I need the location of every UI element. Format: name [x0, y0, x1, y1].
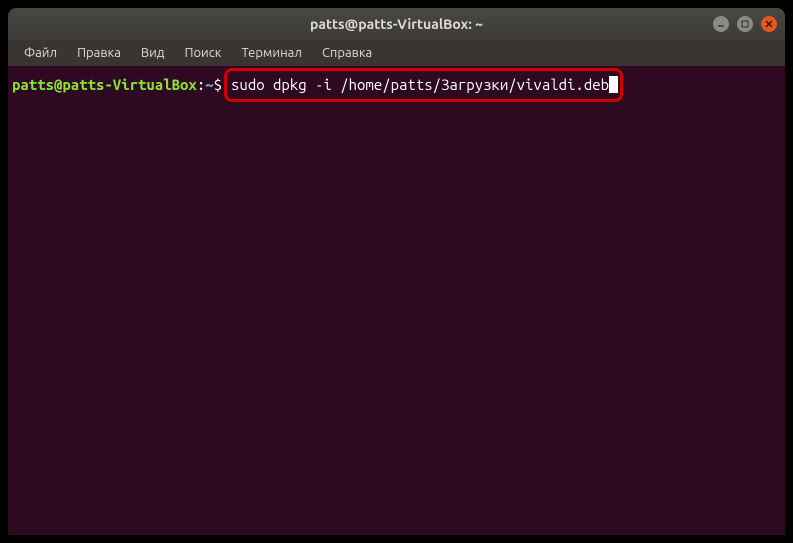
minimize-button[interactable]	[713, 16, 729, 32]
close-icon	[765, 20, 773, 28]
prompt-colon: :	[197, 75, 205, 95]
menu-help[interactable]: Справка	[314, 44, 380, 62]
terminal-command: sudo dpkg -i /home/patts/Загрузки/vivald…	[231, 75, 609, 95]
menu-search[interactable]: Поиск	[176, 44, 229, 62]
menubar: Файл Правка Вид Поиск Терминал Справка	[8, 40, 785, 66]
close-button[interactable]	[761, 16, 777, 32]
minimize-icon	[717, 20, 725, 28]
terminal-content[interactable]: patts@patts-VirtualBox:~$ sudo dpkg -i /…	[8, 66, 785, 535]
prompt-symbol: $	[214, 75, 222, 95]
menu-view[interactable]: Вид	[133, 44, 173, 62]
prompt-line: patts@patts-VirtualBox:~$ sudo dpkg -i /…	[12, 68, 781, 102]
terminal-window: patts@patts-VirtualBox: ~	[8, 8, 785, 535]
maximize-button[interactable]	[737, 16, 753, 32]
screenshot-frame: patts@patts-VirtualBox: ~	[0, 0, 793, 543]
maximize-icon	[741, 20, 749, 28]
menu-edit[interactable]: Правка	[69, 44, 129, 62]
command-highlight-box: sudo dpkg -i /home/patts/Загрузки/vivald…	[224, 68, 623, 102]
prompt-path: ~	[205, 75, 213, 95]
window-titlebar[interactable]: patts@patts-VirtualBox: ~	[8, 8, 785, 40]
window-controls	[713, 16, 777, 32]
menu-terminal[interactable]: Терминал	[233, 44, 309, 62]
terminal-cursor	[609, 76, 618, 93]
menu-file[interactable]: Файл	[16, 44, 65, 62]
window-title: patts@patts-VirtualBox: ~	[310, 16, 483, 32]
prompt-user-host: patts@patts-VirtualBox	[12, 75, 197, 95]
